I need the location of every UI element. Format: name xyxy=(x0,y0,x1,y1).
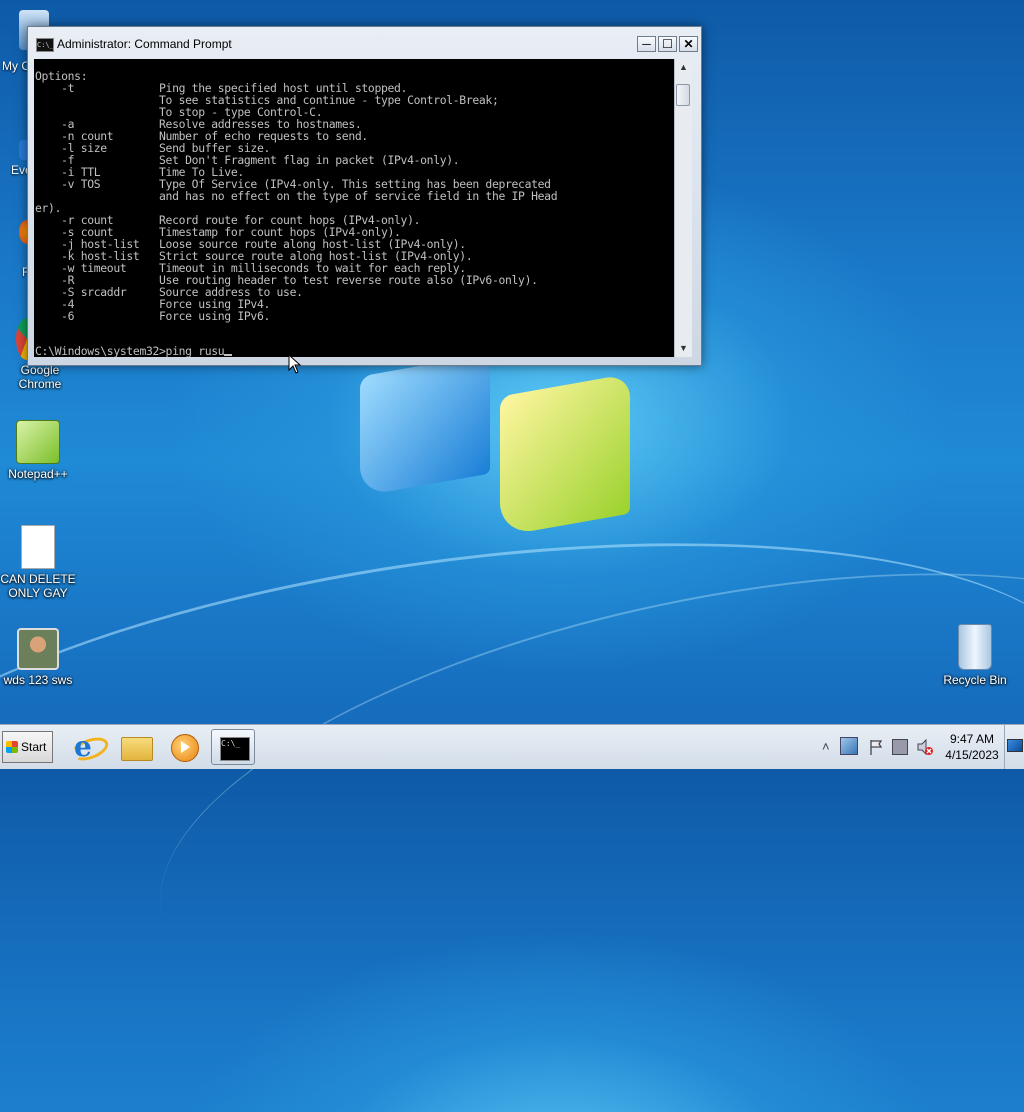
console-output: Options: -t Ping the specified host unti… xyxy=(35,69,558,323)
desktop-icon-text-file[interactable]: CAN DELETE ONLY GAY xyxy=(0,525,76,600)
show-desktop-button[interactable] xyxy=(1004,725,1024,769)
text-cursor xyxy=(224,354,233,356)
logo-yellow-pane xyxy=(500,373,630,537)
cmd-window-icon[interactable]: C:\_ xyxy=(36,38,54,52)
start-button[interactable]: Start xyxy=(2,731,53,763)
vertical-scrollbar[interactable]: ▲ ▼ xyxy=(674,59,692,357)
window-titlebar[interactable]: C:\_ Administrator: Command Prompt ─ ☐ ✕ xyxy=(28,27,701,59)
user-icon xyxy=(17,628,59,670)
minimize-button[interactable]: ─ xyxy=(637,36,656,52)
command-prompt-icon: C:\_ xyxy=(220,737,250,761)
maximize-button[interactable]: ☐ xyxy=(658,36,677,52)
clock-time: 9:47 AM xyxy=(949,732,995,746)
prompt-text: C:\Windows\system32>ping rusu xyxy=(35,344,225,357)
desktop-icon-label: Notepad++ xyxy=(8,467,68,481)
console-area[interactable]: Options: -t Ping the specified host unti… xyxy=(34,59,674,357)
notepad-plus-plus-icon xyxy=(16,420,60,464)
logo-blue-pane xyxy=(360,353,490,497)
taskbar-windows-explorer[interactable] xyxy=(114,729,158,765)
scrollbar-thumb[interactable] xyxy=(676,84,690,106)
command-prompt-window[interactable]: C:\_ Administrator: Command Prompt ─ ☐ ✕… xyxy=(27,26,702,366)
show-desktop-icon xyxy=(1007,739,1023,752)
windows-flag-icon xyxy=(6,741,18,753)
clock-date: 4/15/2023 xyxy=(945,748,999,762)
action-center-flag-icon[interactable] xyxy=(868,738,884,756)
desktop-icon-label: My C xyxy=(2,59,30,73)
desktop-icon-label: Google Chrome xyxy=(18,363,62,391)
scroll-up-button[interactable]: ▲ xyxy=(675,59,692,76)
desktop-icon-label: CAN DELETE ONLY GAY xyxy=(0,572,76,600)
windows-explorer-icon xyxy=(121,737,153,761)
notification-area: ˄ xyxy=(818,729,940,765)
text-file-icon xyxy=(21,525,55,569)
window-title: Administrator: Command Prompt xyxy=(57,37,232,51)
windows-logo-wallpaper xyxy=(360,353,660,537)
close-button[interactable]: ✕ xyxy=(679,36,698,52)
volume-muted-icon[interactable] xyxy=(916,738,934,756)
recycle-bin-icon xyxy=(958,624,992,670)
mouse-pointer-icon xyxy=(288,354,302,374)
taskbar-command-prompt[interactable]: C:\_ xyxy=(211,729,255,765)
taskbar: Start e C:\_ ˄ 9:47 AM 4/15/2023 xyxy=(0,724,1024,769)
taskbar-media-player[interactable] xyxy=(162,729,206,765)
desktop-icon-user[interactable]: wds 123 sws xyxy=(0,628,76,687)
desktop-icon-label: Recycle Bin xyxy=(943,673,1007,687)
system-clock[interactable]: 9:47 AM 4/15/2023 xyxy=(940,731,1004,763)
desktop-icon-label: wds 123 sws xyxy=(3,673,73,687)
network-icon[interactable] xyxy=(892,739,908,755)
start-label: Start xyxy=(21,740,47,754)
prompt-line[interactable]: C:\Windows\system32>ping rusu xyxy=(35,344,233,357)
desktop-icon-recycle-bin[interactable]: Recycle Bin xyxy=(937,624,1013,687)
network-monitor-icon[interactable] xyxy=(840,737,858,755)
taskbar-internet-explorer[interactable]: e xyxy=(66,729,112,765)
desktop-icon-notepad-plus-plus[interactable]: Notepad++ xyxy=(0,420,76,481)
scroll-down-button[interactable]: ▼ xyxy=(675,340,692,357)
show-hidden-icons-chevron-icon[interactable]: ˄ xyxy=(822,739,830,754)
